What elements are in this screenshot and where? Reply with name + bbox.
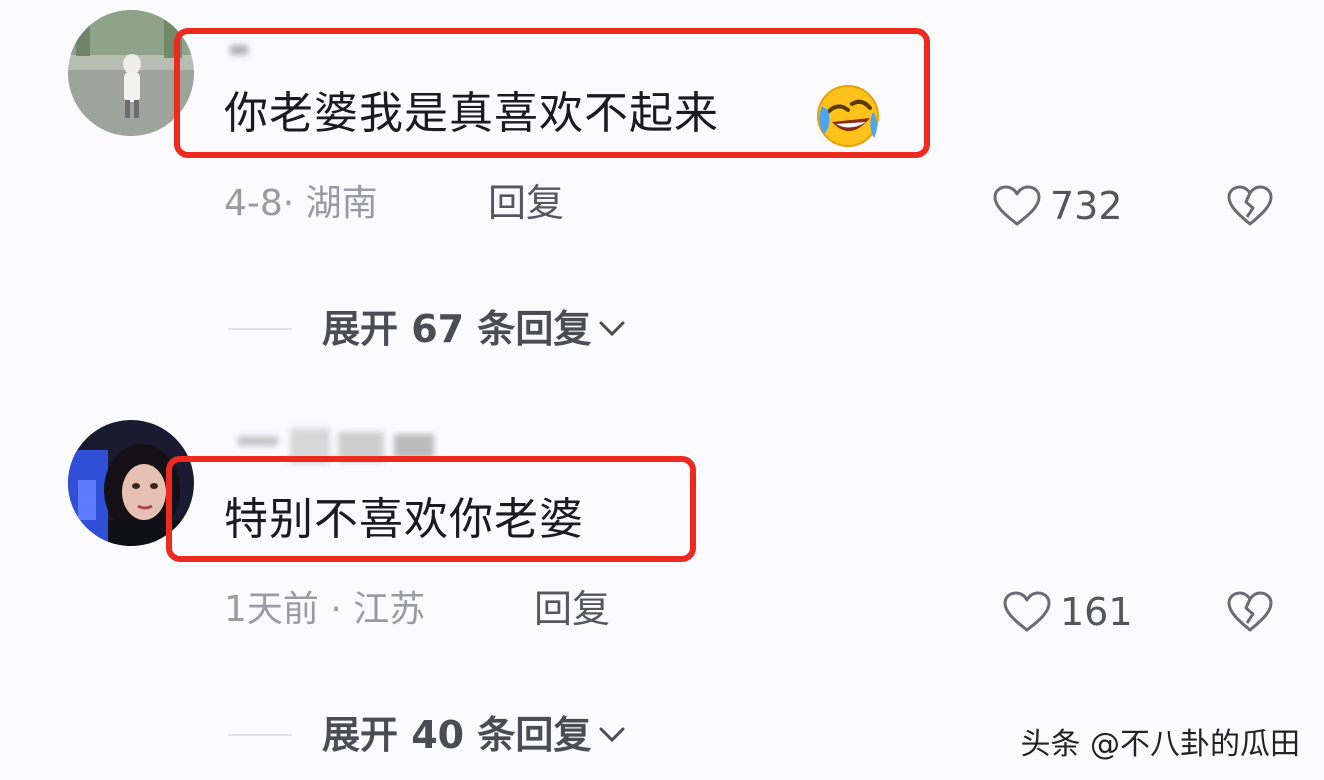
heart-outline-icon: [993, 185, 1041, 226]
chevron-down-icon: [599, 321, 625, 337]
dislike-button[interactable]: [1226, 184, 1274, 232]
rofl-emoji-icon: [814, 82, 882, 150]
divider-line: [228, 328, 292, 330]
broken-heart-icon: [1227, 591, 1273, 632]
expand-replies-label: 展开 40 条回复: [322, 713, 592, 757]
like-count: 161: [1060, 590, 1133, 634]
like-count: 732: [1050, 184, 1123, 228]
watermark: 头条 @不八卦的瓜田: [1020, 727, 1300, 762]
divider-line: [228, 734, 292, 736]
like-button[interactable]: 732: [992, 184, 1123, 228]
like-button[interactable]: 161: [1002, 590, 1133, 634]
expand-replies-button[interactable]: 展开 67 条回复: [228, 310, 627, 348]
comment-date-location: 4-8· 湖南: [224, 183, 378, 224]
reply-button[interactable]: 回复: [488, 184, 564, 222]
comment-text: 特别不喜欢你老婆: [224, 494, 584, 545]
expand-replies-label: 展开 67 条回复: [322, 307, 592, 351]
broken-heart-icon: [1227, 185, 1273, 226]
chevron-down-icon: [599, 727, 625, 743]
dislike-button[interactable]: [1226, 590, 1274, 638]
comment-text: 你老婆我是真喜欢不起来: [224, 88, 719, 139]
heart-outline-icon: [1003, 591, 1051, 632]
reply-button[interactable]: 回复: [534, 590, 610, 628]
comment-date-location: 1天前 · 江苏: [224, 589, 426, 630]
expand-replies-button[interactable]: 展开 40 条回复: [228, 716, 627, 754]
